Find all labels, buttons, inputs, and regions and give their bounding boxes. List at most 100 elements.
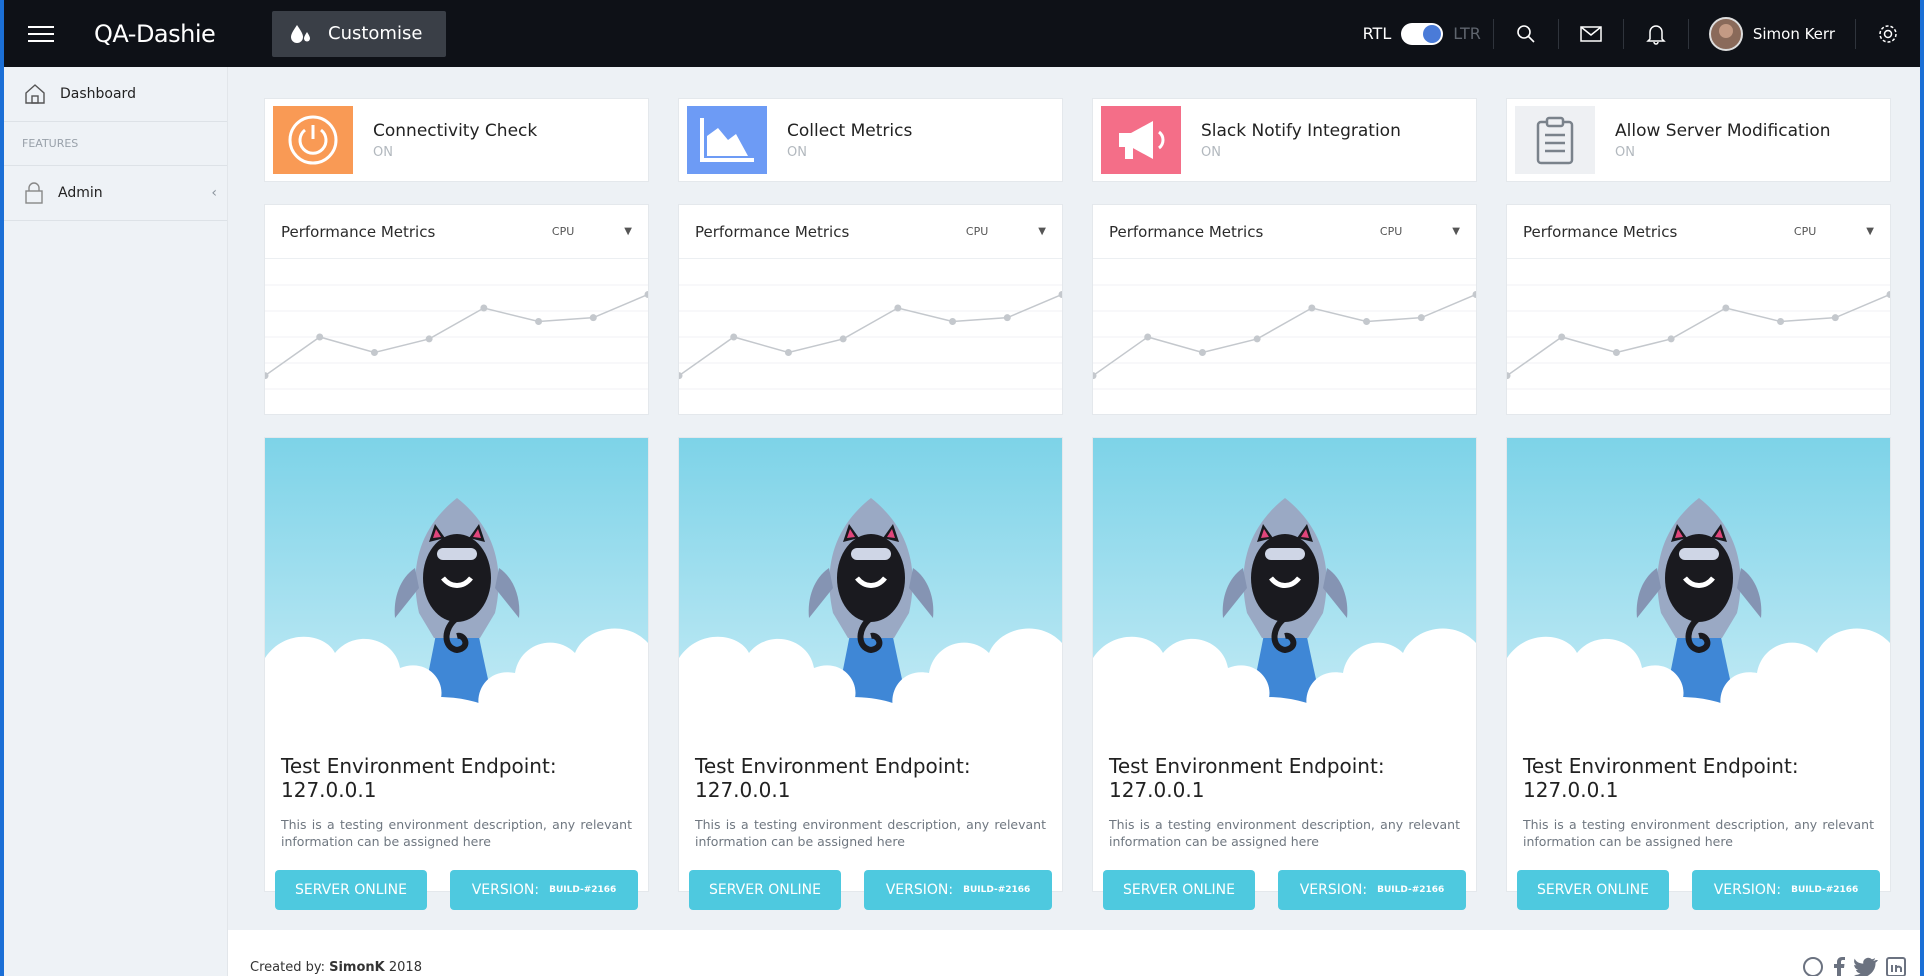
rocket-cat-illustration bbox=[1093, 438, 1476, 736]
caret-down-icon: ▼ bbox=[1452, 226, 1460, 237]
server-online-button[interactable]: SERVER ONLINE bbox=[1103, 870, 1255, 910]
linkedin-icon[interactable] bbox=[1886, 956, 1906, 976]
metric-select[interactable]: CPU ▼ bbox=[1794, 225, 1874, 238]
top-bar: QA-Dashie Customise RTL LTR Simon Kerr bbox=[4, 0, 1920, 67]
metric-select-value: CPU bbox=[551, 225, 575, 238]
feature-card-connectivity[interactable]: Connectivity Check ON bbox=[264, 98, 649, 182]
twitter-icon[interactable] bbox=[1854, 956, 1878, 976]
menu-toggle-button[interactable] bbox=[28, 21, 54, 47]
user-menu[interactable]: Simon Kerr bbox=[1689, 16, 1855, 51]
feature-title: Slack Notify Integration bbox=[1201, 120, 1401, 141]
performance-card: Performance Metrics CPU ▼ bbox=[675, 204, 1066, 415]
notifications-button[interactable] bbox=[1624, 23, 1688, 45]
data-point bbox=[1777, 318, 1785, 326]
brand-logo[interactable]: QA-Dashie bbox=[94, 20, 264, 48]
footer-created-label: Created by: bbox=[250, 960, 325, 975]
data-point bbox=[316, 333, 324, 341]
feature-card-slack-notify[interactable]: Slack Notify Integration ON bbox=[1092, 98, 1477, 182]
performance-cards-row: Performance Metrics CPU ▼ Performance Met… bbox=[261, 204, 1900, 415]
metric-select[interactable]: CPU ▼ bbox=[1380, 225, 1460, 238]
customise-button[interactable]: Customise bbox=[272, 10, 446, 57]
lock-icon bbox=[25, 182, 43, 204]
performance-title: Performance Metrics bbox=[281, 222, 436, 241]
footer-year: 2018 bbox=[388, 960, 422, 975]
chevron-left-icon: ‹ bbox=[211, 185, 217, 201]
version-label: VERSION: bbox=[471, 882, 540, 898]
performance-chart bbox=[675, 284, 1066, 390]
performance-card: Performance Metrics CPU ▼ bbox=[1089, 204, 1480, 415]
performance-title: Performance Metrics bbox=[695, 222, 850, 241]
dashboard-content: Connectivity Check ON Collect Metrics ON… bbox=[261, 98, 1900, 914]
ltr-label: LTR bbox=[1453, 24, 1481, 43]
data-point bbox=[1198, 348, 1206, 356]
version-value: BUILD-#2166 bbox=[963, 885, 1031, 895]
data-point bbox=[1308, 304, 1316, 312]
gear-icon bbox=[1879, 24, 1897, 43]
data-point bbox=[1558, 333, 1566, 341]
version-button[interactable]: VERSION: BUILD-#2166 bbox=[1278, 870, 1466, 910]
environment-description: This is a testing environment descriptio… bbox=[1523, 817, 1874, 849]
github-icon[interactable] bbox=[1802, 956, 1824, 976]
version-label: VERSION: bbox=[1299, 882, 1368, 898]
clipboard-icon bbox=[1515, 106, 1595, 174]
feature-cards-row: Connectivity Check ON Collect Metrics ON… bbox=[264, 98, 1900, 182]
feature-status: ON bbox=[373, 144, 393, 160]
data-point bbox=[1417, 314, 1425, 322]
sidebar-item-dashboard[interactable]: Dashboard bbox=[4, 67, 227, 122]
version-button[interactable]: VERSION: BUILD-#2166 bbox=[450, 870, 638, 910]
sidebar: Dashboard FEATURES Admin ‹ bbox=[4, 67, 228, 976]
feature-card-collect-metrics[interactable]: Collect Metrics ON bbox=[678, 98, 1063, 182]
environment-card: Test Environment Endpoint: 127.0.0.1 Thi… bbox=[264, 437, 649, 910]
sidebar-item-label: Admin bbox=[58, 185, 103, 201]
data-point bbox=[949, 318, 957, 326]
data-point bbox=[425, 335, 433, 343]
data-point bbox=[730, 333, 738, 341]
data-point bbox=[1253, 335, 1261, 343]
feature-title: Collect Metrics bbox=[787, 120, 913, 141]
avatar bbox=[1708, 16, 1743, 51]
data-point bbox=[480, 304, 488, 312]
version-button[interactable]: VERSION: BUILD-#2166 bbox=[1692, 870, 1880, 910]
droplets-icon bbox=[291, 24, 310, 43]
footer: Created by: SimonK 2018 bbox=[228, 930, 1920, 976]
rocket-cat-illustration bbox=[679, 438, 1062, 736]
server-online-button[interactable]: SERVER ONLINE bbox=[275, 870, 427, 910]
data-point bbox=[1886, 290, 1894, 298]
data-point bbox=[1363, 318, 1371, 326]
performance-chart bbox=[261, 284, 652, 390]
messages-button[interactable] bbox=[1559, 25, 1623, 42]
settings-button[interactable] bbox=[1856, 23, 1920, 45]
metric-select[interactable]: CPU ▼ bbox=[966, 225, 1046, 238]
feature-title: Allow Server Modification bbox=[1615, 120, 1831, 141]
direction-toggle[interactable] bbox=[1401, 22, 1444, 45]
feature-status: ON bbox=[787, 144, 807, 160]
feature-status: ON bbox=[1201, 144, 1221, 160]
caret-down-icon: ▼ bbox=[624, 226, 632, 237]
metric-select-value: CPU bbox=[965, 225, 989, 238]
search-button[interactable] bbox=[1494, 24, 1558, 44]
server-online-button[interactable]: SERVER ONLINE bbox=[1517, 870, 1669, 910]
sidebar-item-admin[interactable]: Admin ‹ bbox=[4, 166, 227, 221]
data-point bbox=[784, 348, 792, 356]
bell-icon bbox=[1646, 24, 1666, 45]
data-point bbox=[1003, 314, 1011, 322]
data-point bbox=[1667, 335, 1675, 343]
environment-title: Test Environment Endpoint: 127.0.0.1 bbox=[1523, 754, 1799, 802]
metric-select-value: CPU bbox=[1379, 225, 1403, 238]
facebook-icon[interactable] bbox=[1832, 956, 1846, 976]
data-point bbox=[589, 314, 597, 322]
metric-select[interactable]: CPU ▼ bbox=[552, 225, 632, 238]
version-value: BUILD-#2166 bbox=[549, 885, 617, 895]
environment-title: Test Environment Endpoint: 127.0.0.1 bbox=[281, 754, 557, 802]
footer-author[interactable]: SimonK bbox=[329, 960, 385, 975]
data-point bbox=[1472, 290, 1480, 298]
home-icon bbox=[25, 84, 45, 104]
environment-title: Test Environment Endpoint: 127.0.0.1 bbox=[695, 754, 971, 802]
data-point bbox=[894, 304, 902, 312]
version-value: BUILD-#2166 bbox=[1377, 885, 1445, 895]
feature-card-server-modification[interactable]: Allow Server Modification ON bbox=[1506, 98, 1891, 182]
data-point bbox=[1722, 304, 1730, 312]
version-button[interactable]: VERSION: BUILD-#2166 bbox=[864, 870, 1052, 910]
server-online-button[interactable]: SERVER ONLINE bbox=[689, 870, 841, 910]
feature-title: Connectivity Check bbox=[373, 120, 538, 141]
